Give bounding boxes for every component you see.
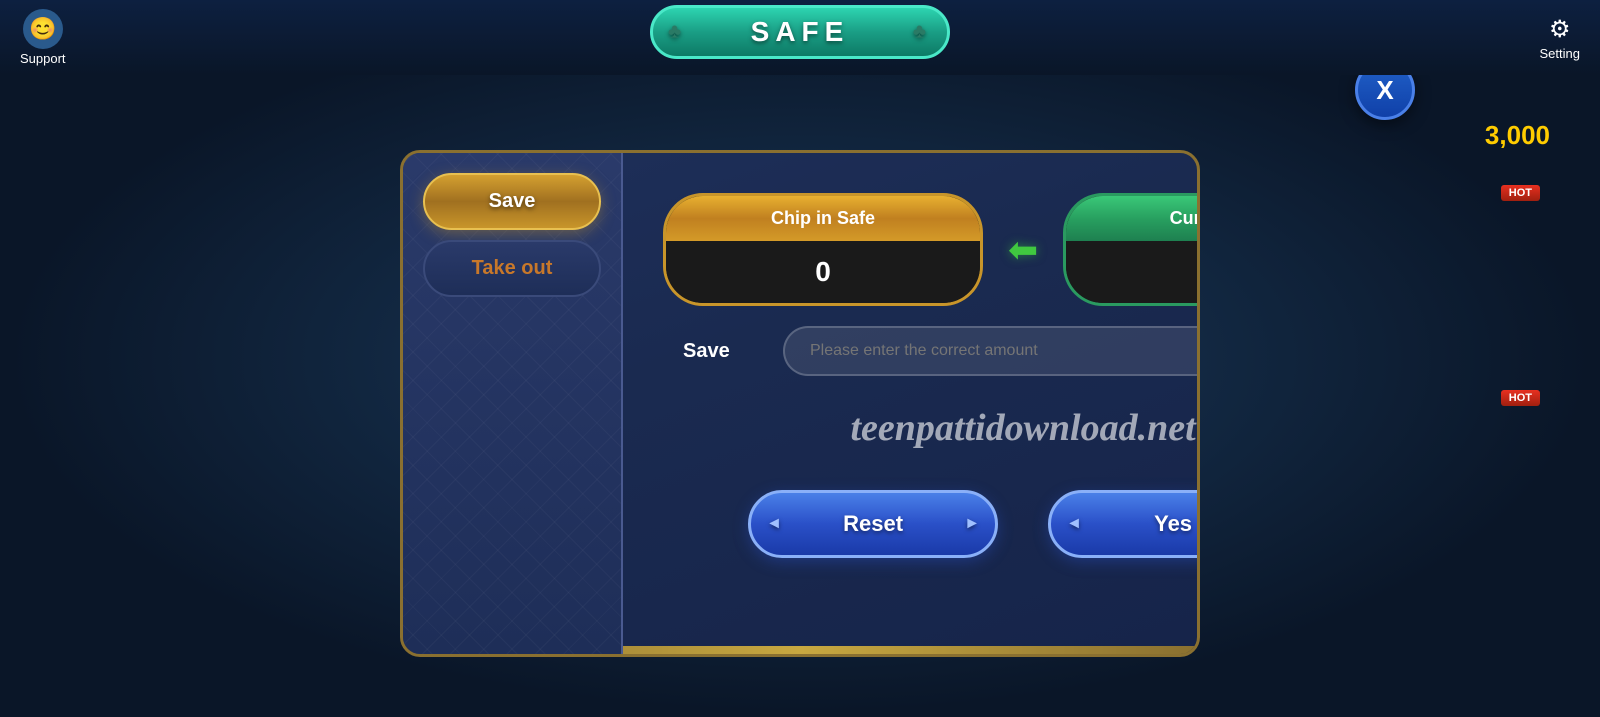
modal-title: SAFE — [650, 5, 950, 59]
reset-button[interactable]: Reset — [748, 490, 998, 558]
current-chip-value: 0 — [1066, 241, 1200, 303]
top-bar: 😊 Support Guest37 Bonus 0 ID 4218811 SAF… — [0, 0, 1600, 75]
safe-modal: Save Take out Chip in Safe 0 ⬅ Current c… — [400, 150, 1200, 657]
chip-in-safe-label: Chip in Safe — [666, 196, 980, 241]
action-buttons: Reset Yes — [663, 490, 1200, 558]
watermark: teenpattidownload.net — [663, 396, 1200, 460]
bg-value: 3,000 — [1485, 120, 1550, 151]
right-value: 3,000 — [1485, 120, 1550, 150]
setting-button[interactable]: ⚙ Setting — [1540, 15, 1580, 61]
support-label: Support — [20, 51, 66, 66]
save-field-label: Save — [683, 340, 763, 363]
chip-in-safe-value: 0 — [666, 241, 980, 303]
yes-button[interactable]: Yes — [1048, 490, 1200, 558]
take-out-tab[interactable]: Take out — [423, 240, 601, 297]
save-row: Save — [663, 326, 1200, 376]
main-content: Chip in Safe 0 ⬅ Current chip 0 Save tee… — [623, 153, 1200, 654]
sidebar: Save Take out — [403, 153, 623, 654]
save-tab[interactable]: Save — [423, 173, 601, 230]
support-icon: 😊 — [23, 9, 63, 49]
modal-wrapper: X Save Take out Chip in Safe 0 ⬅ Current… — [200, 75, 1400, 687]
chip-in-safe-box: Chip in Safe 0 — [663, 193, 983, 306]
chip-row: Chip in Safe 0 ⬅ Current chip 0 — [663, 193, 1200, 306]
setting-label: Setting — [1540, 46, 1580, 61]
gear-icon: ⚙ — [1549, 15, 1571, 44]
transfer-arrow-icon: ⬅ — [1008, 229, 1038, 271]
current-chip-box: Current chip 0 — [1063, 193, 1200, 306]
hot-badge-1: HOT — [1501, 185, 1540, 201]
save-amount-input[interactable] — [783, 326, 1200, 376]
current-chip-label: Current chip — [1066, 196, 1200, 241]
support-button[interactable]: 😊 Support — [20, 9, 66, 66]
hot-badge-2: HOT — [1501, 390, 1540, 406]
